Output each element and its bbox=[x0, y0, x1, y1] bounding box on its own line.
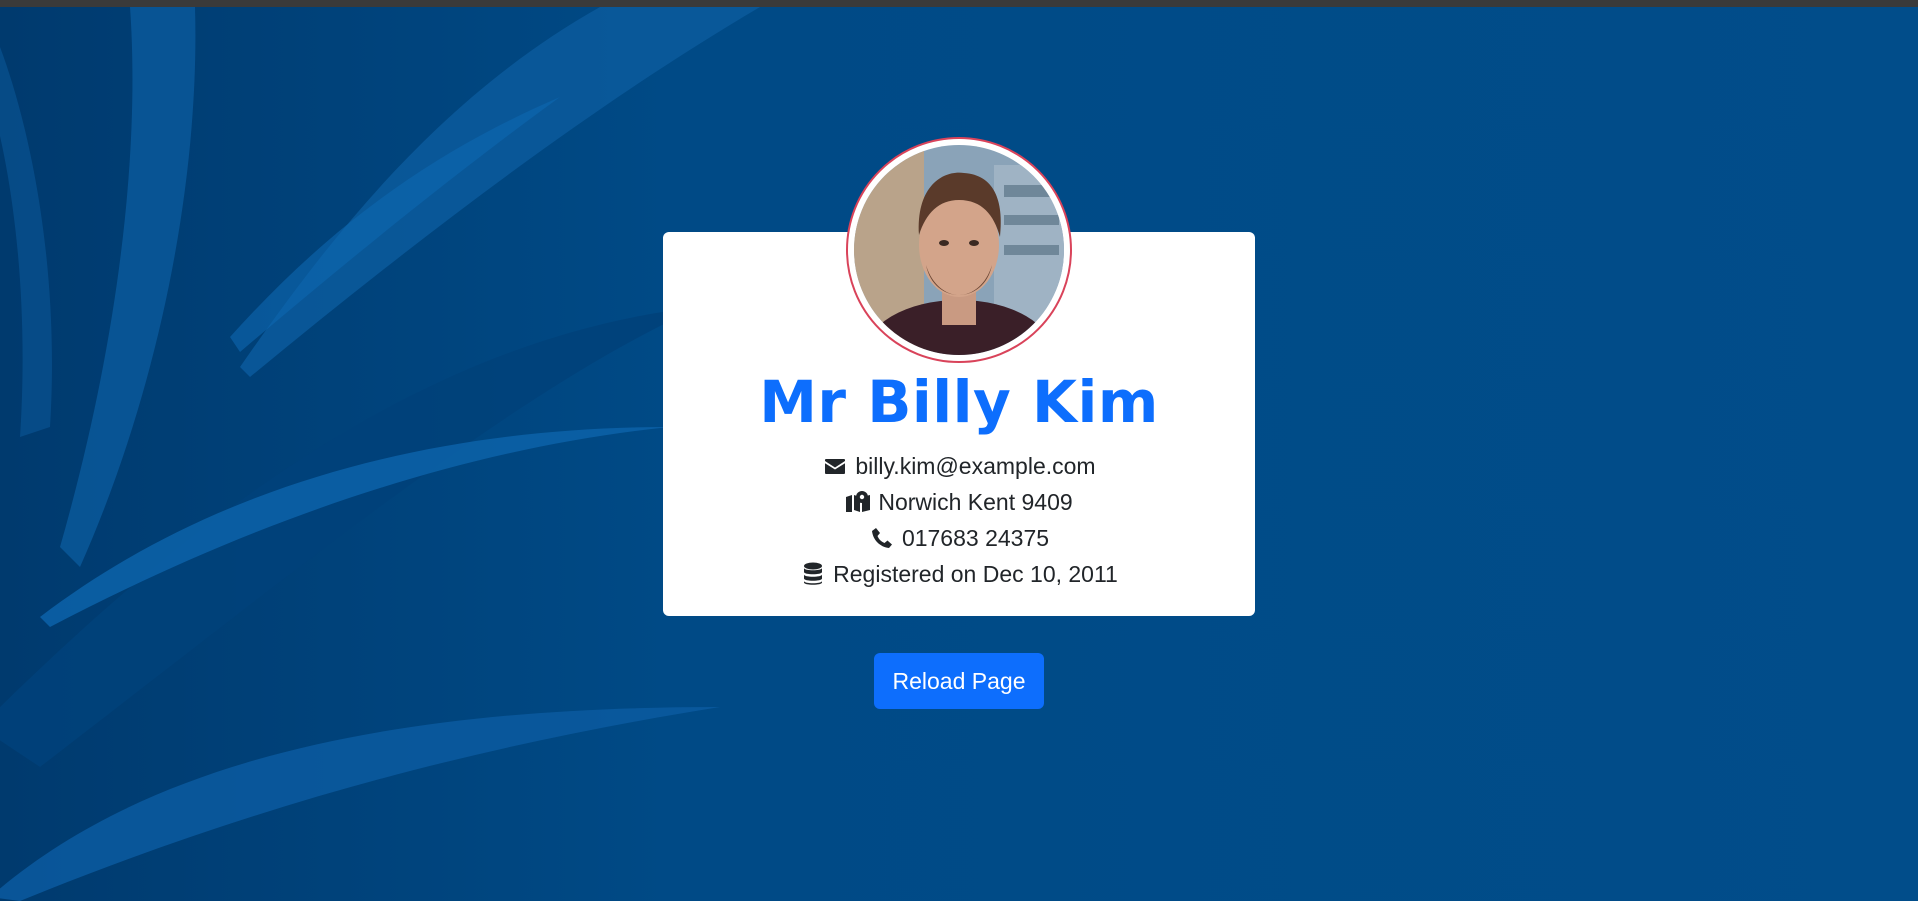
email-text: billy.kim@example.com bbox=[855, 452, 1096, 479]
user-photo bbox=[854, 145, 1064, 355]
registered-row: Registered on Dec 10, 2011 bbox=[663, 557, 1255, 591]
avatar bbox=[846, 137, 1072, 363]
envelope-icon bbox=[822, 454, 848, 478]
browser-top-bar bbox=[0, 0, 1918, 7]
profile-name: Mr Billy Kim bbox=[759, 368, 1159, 436]
phone-text: 017683 24375 bbox=[901, 524, 1050, 551]
location-row: Norwich Kent 9409 bbox=[663, 485, 1255, 519]
location-text: Norwich Kent 9409 bbox=[878, 488, 1073, 515]
database-icon bbox=[800, 562, 826, 586]
map-location-icon bbox=[845, 490, 871, 514]
email-row: billy.kim@example.com bbox=[663, 449, 1255, 483]
reload-page-button[interactable]: Reload Page bbox=[874, 653, 1044, 709]
registered-text: Registered on Dec 10, 2011 bbox=[833, 560, 1118, 587]
phone-row: 017683 24375 bbox=[663, 521, 1255, 555]
phone-icon bbox=[869, 526, 895, 550]
